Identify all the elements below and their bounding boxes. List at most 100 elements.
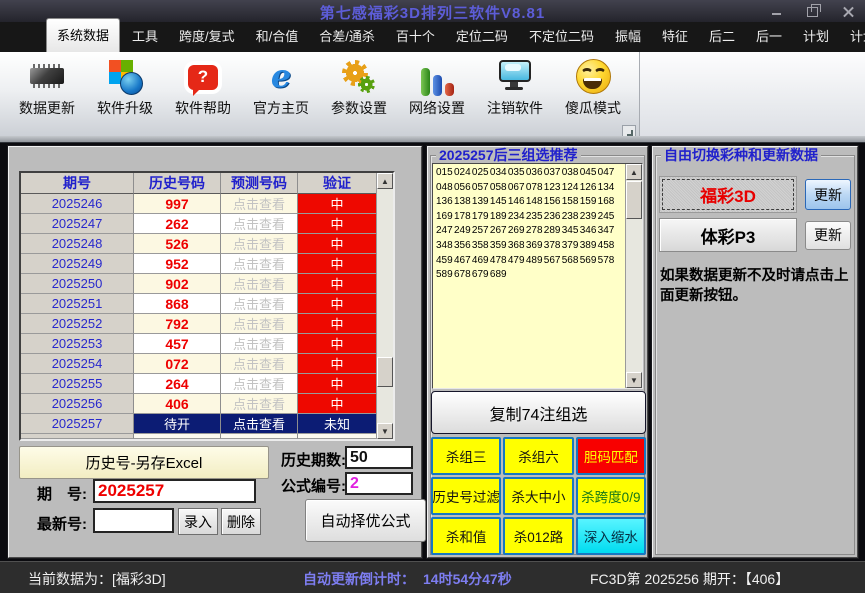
cell-empty [298, 434, 376, 439]
cell-issue[interactable]: 2025257 [21, 414, 134, 434]
latest-number-input[interactable] [93, 508, 174, 533]
update-button-福彩3D[interactable]: 更新 [805, 179, 851, 210]
cell-issue[interactable]: 2025252 [21, 314, 134, 334]
issue-label: 期 号: [37, 486, 87, 503]
tab-计划[interactable]: 计划 [794, 20, 838, 52]
toolbar-button-软件帮助[interactable]: ? 软件帮助 [164, 56, 242, 118]
filter-button-杀组六[interactable]: 杀组六 [503, 437, 574, 475]
cell-pred[interactable]: 点击查看 [221, 274, 298, 294]
toolbar-button-官方主页[interactable]: e 官方主页 [242, 56, 320, 118]
cell-issue[interactable]: 2025246 [21, 194, 134, 214]
tab-工具[interactable]: 工具 [123, 20, 167, 52]
cell-pred[interactable]: 点击查看 [221, 314, 298, 334]
cell-issue[interactable]: 2025256 [21, 394, 134, 414]
cell-pred[interactable]: 点击查看 [221, 234, 298, 254]
recommend-scrollbar[interactable]: ▲ ▼ [625, 164, 642, 388]
history-count-input[interactable] [345, 446, 413, 469]
cell-ver: 中 [298, 394, 376, 414]
auto-formula-button[interactable]: 自动择优公式 [305, 499, 426, 542]
toolbar-button-参数设置[interactable]: 参数设置 [320, 56, 398, 118]
toolbar-button-软件升级[interactable]: 软件升级 [86, 56, 164, 118]
cell-issue[interactable]: 2025254 [21, 354, 134, 374]
table-scrollbar[interactable]: ▲ ▼ [376, 173, 393, 439]
cell-issue[interactable]: 2025249 [21, 254, 134, 274]
cell-pred[interactable]: 点击查看 [221, 414, 298, 434]
toolbar-button-数据更新[interactable]: 数据更新 [8, 56, 86, 118]
filter-button-深入缩水[interactable]: 深入缩水 [575, 517, 646, 555]
tab-后一[interactable]: 后一 [747, 20, 791, 52]
delete-button[interactable]: 删除 [221, 508, 261, 535]
tab-跨度/复式[interactable]: 跨度/复式 [170, 20, 244, 52]
toolbar-button-label: 参数设置 [331, 100, 387, 116]
filter-button-胆码匹配[interactable]: 胆码匹配 [575, 437, 646, 475]
tab-和/合值[interactable]: 和/合值 [247, 20, 308, 52]
toolbar-button-傻瓜模式[interactable]: 傻瓜模式 [554, 56, 632, 118]
cell-pred[interactable]: 点击查看 [221, 354, 298, 374]
scroll-up-icon[interactable]: ▲ [377, 173, 393, 189]
scroll-down-icon[interactable]: ▼ [626, 372, 642, 388]
scroll-up-icon[interactable]: ▲ [626, 164, 642, 180]
maximize-icon[interactable] [801, 2, 823, 20]
tab-后二[interactable]: 后二 [700, 20, 744, 52]
table-row: 2025249 952 点击查看中 [21, 254, 376, 274]
cell-pred[interactable]: 点击查看 [221, 194, 298, 214]
table-row: 2025251 868 点击查看中 [21, 294, 376, 314]
cell-pred[interactable]: 点击查看 [221, 394, 298, 414]
close-icon[interactable] [837, 2, 859, 20]
cell-pred[interactable]: 点击查看 [221, 254, 298, 274]
switcher-title: 自由切换彩种和更新数据 [661, 148, 821, 163]
cell-pred[interactable]: 点击查看 [221, 374, 298, 394]
filter-button-杀跨度0/9[interactable]: 杀跨度0/9 [575, 477, 646, 515]
toolbar-button-网络设置[interactable]: 网络设置 [398, 56, 476, 118]
copy-groups-button[interactable]: 复制74注组选 [431, 391, 646, 434]
lottery-button-体彩P3[interactable]: 体彩P3 [659, 218, 797, 252]
filter-button-杀和值[interactable]: 杀和值 [431, 517, 502, 555]
toolbar-button-注销软件[interactable]: 注销软件 [476, 56, 554, 118]
tab-不定位二码[interactable]: 不定位二码 [520, 20, 603, 52]
cell-issue[interactable]: 2025250 [21, 274, 134, 294]
filter-button-杀大中小[interactable]: 杀大中小 [503, 477, 574, 515]
filter-button-杀组三[interactable]: 杀组三 [431, 437, 502, 475]
cell-issue[interactable]: 2025247 [21, 214, 134, 234]
tab-系统数据[interactable]: 系统数据 [46, 18, 121, 52]
minimize-icon[interactable] [765, 2, 787, 20]
lottery-button-福彩3D[interactable]: 福彩3D [659, 176, 797, 213]
filter-button-历史号过滤[interactable]: 历史号过滤 [431, 477, 502, 515]
tab-计划2[interactable]: 计划2 [841, 20, 865, 52]
toolbar-button-label: 软件帮助 [175, 100, 231, 116]
tab-特征[interactable]: 特征 [653, 20, 697, 52]
filter-button-grid: 杀组三 杀组六 胆码匹配历史号过滤 杀大中小 杀跨度0/9 杀和值 杀012路 深入缩水 [431, 437, 646, 555]
cell-issue[interactable]: 2025255 [21, 374, 134, 394]
issue-input[interactable] [93, 479, 256, 503]
recommend-numbers-box[interactable]: 015 024 025 034 035 036 037 038 045 047 … [432, 163, 643, 389]
scroll-down-icon[interactable]: ▼ [377, 423, 393, 439]
cell-issue[interactable]: 2025251 [21, 294, 134, 314]
cell-pred[interactable]: 点击查看 [221, 334, 298, 354]
cell-ver: 中 [298, 334, 376, 354]
window-controls [765, 0, 859, 22]
tab-合差/通杀[interactable]: 合差/通杀 [310, 20, 384, 52]
tab-定位二码[interactable]: 定位二码 [447, 20, 517, 52]
bars-icon [398, 56, 476, 96]
filter-button-杀012路[interactable]: 杀012路 [503, 517, 574, 555]
cell-pred[interactable]: 点击查看 [221, 214, 298, 234]
switcher-panel: 自由切换彩种和更新数据 福彩3D 更新 体彩P3 更新 如果数据更新不及时请点击上面更… [652, 146, 858, 558]
table-row: 2025257 待开 点击查看 未知 [21, 414, 376, 434]
scrollbar-thumb[interactable] [377, 357, 393, 387]
update-button-体彩P3[interactable]: 更新 [805, 220, 851, 250]
save-excel-button[interactable]: 历史号-另存Excel [19, 446, 269, 479]
tab-百十个[interactable]: 百十个 [387, 20, 444, 52]
recommend-numbers[interactable]: 015 024 025 034 035 036 037 038 045 047 … [433, 164, 625, 388]
cell-issue[interactable]: 2025253 [21, 334, 134, 354]
formula-number-input[interactable] [345, 472, 413, 495]
scrollbar-thumb[interactable] [626, 181, 642, 219]
cell-hist: 406 [134, 394, 221, 414]
tab-振幅[interactable]: 振幅 [606, 20, 650, 52]
history-table: 期号 历史号码 预测号码 验证 2025246 997 点击查看中 2025247 262 点击… [19, 171, 395, 441]
cell-issue[interactable]: 2025248 [21, 234, 134, 254]
chip-icon [8, 56, 86, 96]
smiley-icon [554, 56, 632, 96]
toolbar-button-label: 软件升级 [97, 100, 153, 116]
enter-button[interactable]: 录入 [178, 508, 218, 535]
cell-pred[interactable]: 点击查看 [221, 294, 298, 314]
